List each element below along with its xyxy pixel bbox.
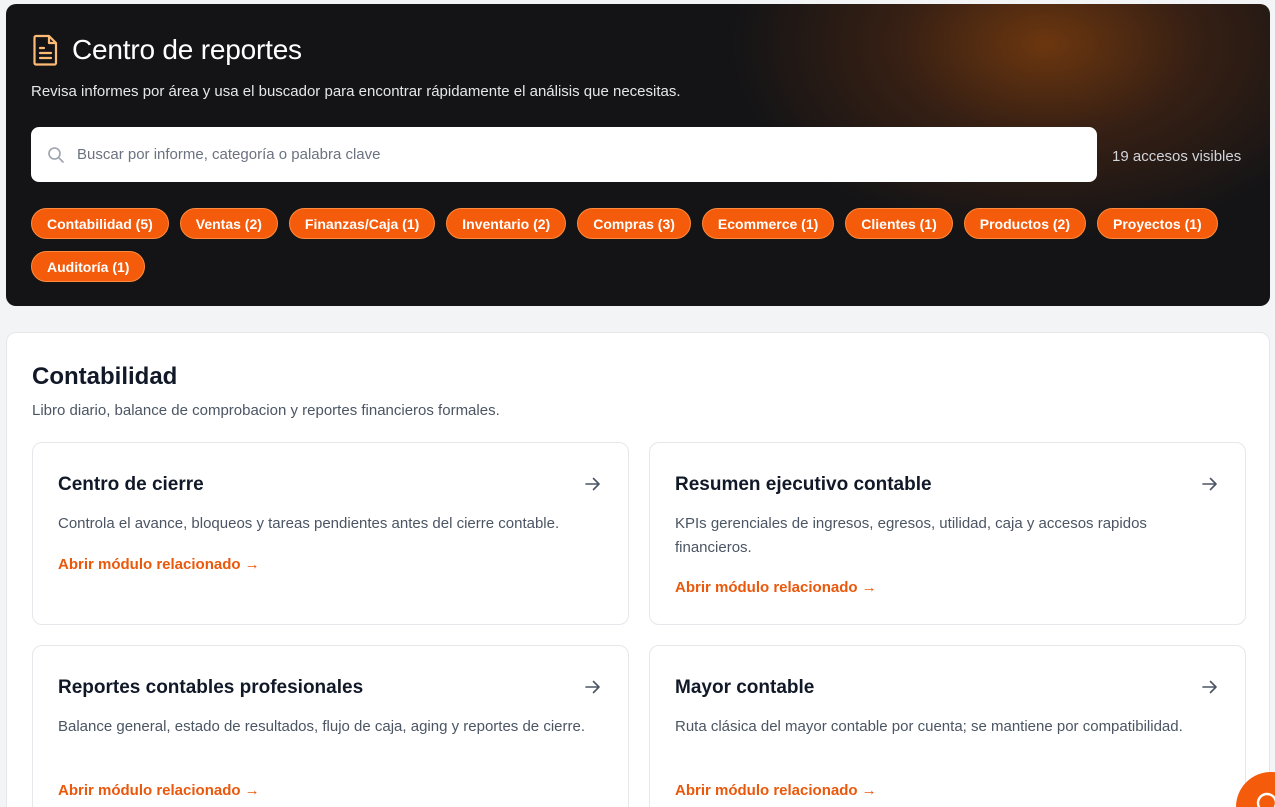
section-subtitle: Libro diario, balance de comprobacion y …	[32, 402, 500, 419]
page-title: Centro de reportes	[72, 34, 302, 65]
filter-chip-proyectos[interactable]: Proyectos (1)	[1096, 208, 1218, 239]
filter-chip-finanzas-caja[interactable]: Finanzas/Caja (1)	[288, 208, 436, 239]
hero-title-row: Centro de reportes	[32, 34, 302, 66]
card-description: Ruta clásica del mayor contable por cuen…	[675, 718, 1183, 735]
card-title: Resumen ejecutivo contable	[675, 474, 932, 495]
filter-chip-auditoria[interactable]: Auditoría (1)	[31, 251, 146, 282]
arrow-right-icon[interactable]	[1201, 475, 1219, 493]
card-title: Reportes contables profesionales	[58, 677, 364, 698]
filter-chip-productos[interactable]: Productos (2)	[963, 208, 1086, 239]
search-icon	[48, 146, 64, 163]
filter-chip-contabilidad[interactable]: Contabilidad (5)	[31, 208, 169, 239]
open-module-link[interactable]: Abrir módulo relacionado →	[58, 782, 260, 799]
document-icon	[33, 34, 58, 66]
visible-count: 19 accesos visibles	[1112, 148, 1242, 165]
search-input[interactable]	[77, 146, 1057, 163]
report-card-reportes-profesionales[interactable]: Reportes contables profesionales Balance…	[32, 645, 629, 807]
hero-banner: Centro de reportes Revisa informes por á…	[6, 4, 1270, 306]
card-description: Balance general, estado de resultados, f…	[58, 718, 585, 735]
open-module-link[interactable]: Abrir módulo relacionado →	[675, 782, 877, 799]
arrow-right-icon[interactable]	[584, 475, 602, 493]
card-description: KPIs gerenciales de ingresos, egresos, u…	[675, 515, 1147, 556]
report-card-centro-de-cierre[interactable]: Centro de cierre Controla el avance, blo…	[32, 442, 629, 625]
arrow-right-icon[interactable]	[584, 678, 602, 696]
open-module-link[interactable]: Abrir módulo relacionado →	[675, 579, 877, 596]
search-box[interactable]	[31, 127, 1097, 182]
open-module-link[interactable]: Abrir módulo relacionado →	[58, 556, 260, 573]
card-title: Mayor contable	[675, 677, 815, 698]
filter-chip-ecommerce[interactable]: Ecommerce (1)	[701, 208, 835, 239]
filter-chip-clientes[interactable]: Clientes (1)	[845, 208, 953, 239]
section-title: Contabilidad	[32, 363, 178, 390]
category-filters: Contabilidad (5) Ventas (2) Finanzas/Caj…	[31, 208, 1251, 282]
chat-icon	[1256, 792, 1275, 807]
filter-chip-compras[interactable]: Compras (3)	[577, 208, 691, 239]
arrow-right-icon[interactable]	[1201, 678, 1219, 696]
report-card-resumen-ejecutivo[interactable]: Resumen ejecutivo contable KPIs gerencia…	[649, 442, 1246, 625]
card-title: Centro de cierre	[58, 474, 204, 495]
filter-chip-ventas[interactable]: Ventas (2)	[179, 208, 278, 239]
section-contabilidad: Contabilidad Libro diario, balance de co…	[6, 332, 1270, 807]
report-card-mayor-contable[interactable]: Mayor contable Ruta clásica del mayor co…	[649, 645, 1246, 807]
filter-chip-inventario[interactable]: Inventario (2)	[446, 208, 567, 239]
page-subtitle: Revisa informes por área y usa el buscad…	[31, 83, 681, 100]
card-description: Controla el avance, bloqueos y tareas pe…	[58, 515, 560, 532]
